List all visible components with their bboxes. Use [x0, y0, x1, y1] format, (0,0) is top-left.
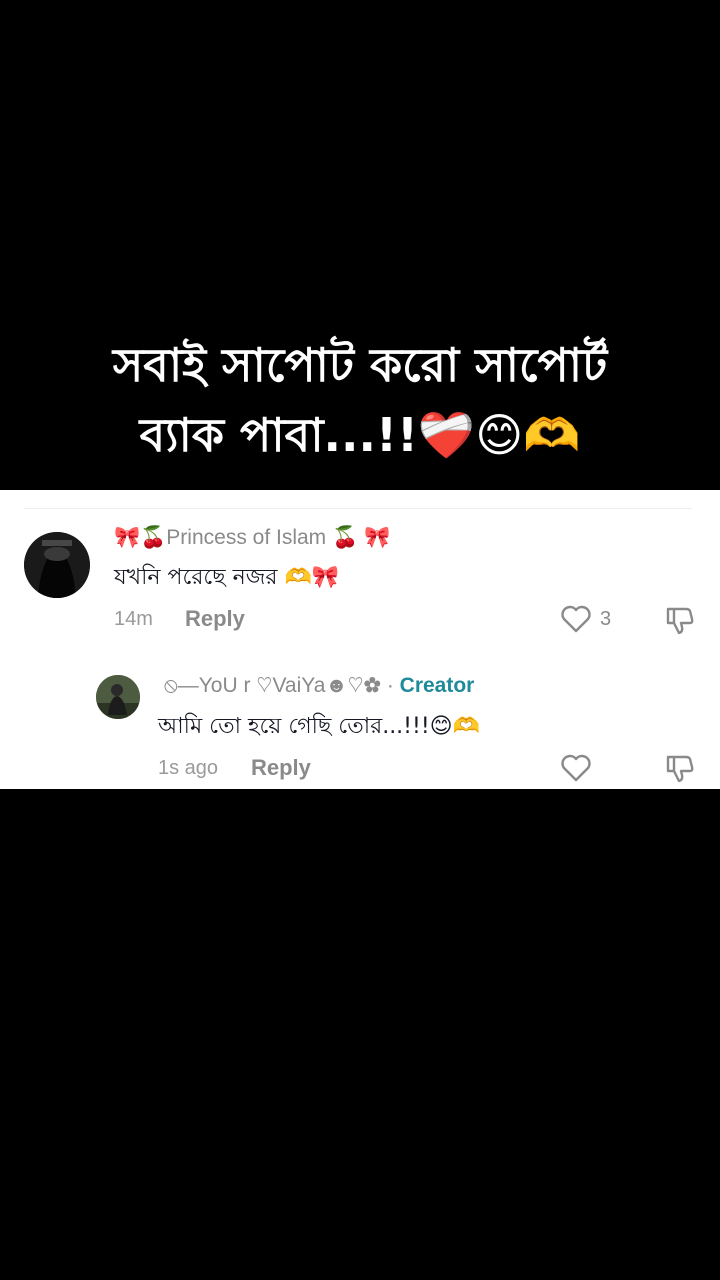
dislike-button[interactable]: [664, 604, 696, 636]
dislike-button[interactable]: [664, 752, 696, 784]
avatar-hijab-icon[interactable]: [24, 532, 90, 598]
like-count: 3: [600, 607, 612, 630]
reply-username[interactable]: ⦸—YoU r ♡VaiYa☻♡✿ · Creator: [164, 674, 474, 698]
caption-line-1: সবাই সাপোট করো সাপোর্ট: [112, 338, 608, 392]
thumbs-down-icon: [664, 604, 696, 636]
separator: ·: [380, 674, 400, 697]
heart-icon: [560, 753, 592, 783]
thumbs-down-icon: [664, 752, 696, 784]
caption-line-2: ব্যাক পাবা...!!❤️‍🩹😊🫶: [139, 408, 581, 462]
comment-text: যখনি পরেছে নজর 🫶🎀: [114, 565, 340, 590]
reply-time: 1s ago: [158, 757, 219, 779]
like-button[interactable]: [560, 753, 600, 783]
like-button[interactable]: 3: [560, 604, 611, 634]
avatar-boy-icon[interactable]: [96, 675, 140, 719]
reply-text: আমি তো হয়ে গেছি তোর...!!!😊🫶: [158, 714, 480, 739]
divider: [24, 508, 692, 509]
video-caption: সবাই সাপোট করো সাপোর্ট ব্যাক পাবা...!!❤️…: [0, 330, 720, 470]
reply-username-text: ⦸—YoU r ♡VaiYa☻♡✿: [164, 674, 381, 697]
creator-badge: Creator: [399, 674, 475, 697]
heart-icon: [560, 604, 592, 634]
comment-panel: 🎀🍒Princess of Islam 🍒 🎀 যখনি পরেছে নজর 🫶…: [0, 490, 720, 789]
reply-button[interactable]: Reply: [251, 755, 311, 781]
comment-time: 14m: [114, 608, 153, 630]
comment-username[interactable]: 🎀🍒Princess of Islam 🍒 🎀: [114, 526, 390, 550]
reply-button[interactable]: Reply: [185, 606, 245, 632]
